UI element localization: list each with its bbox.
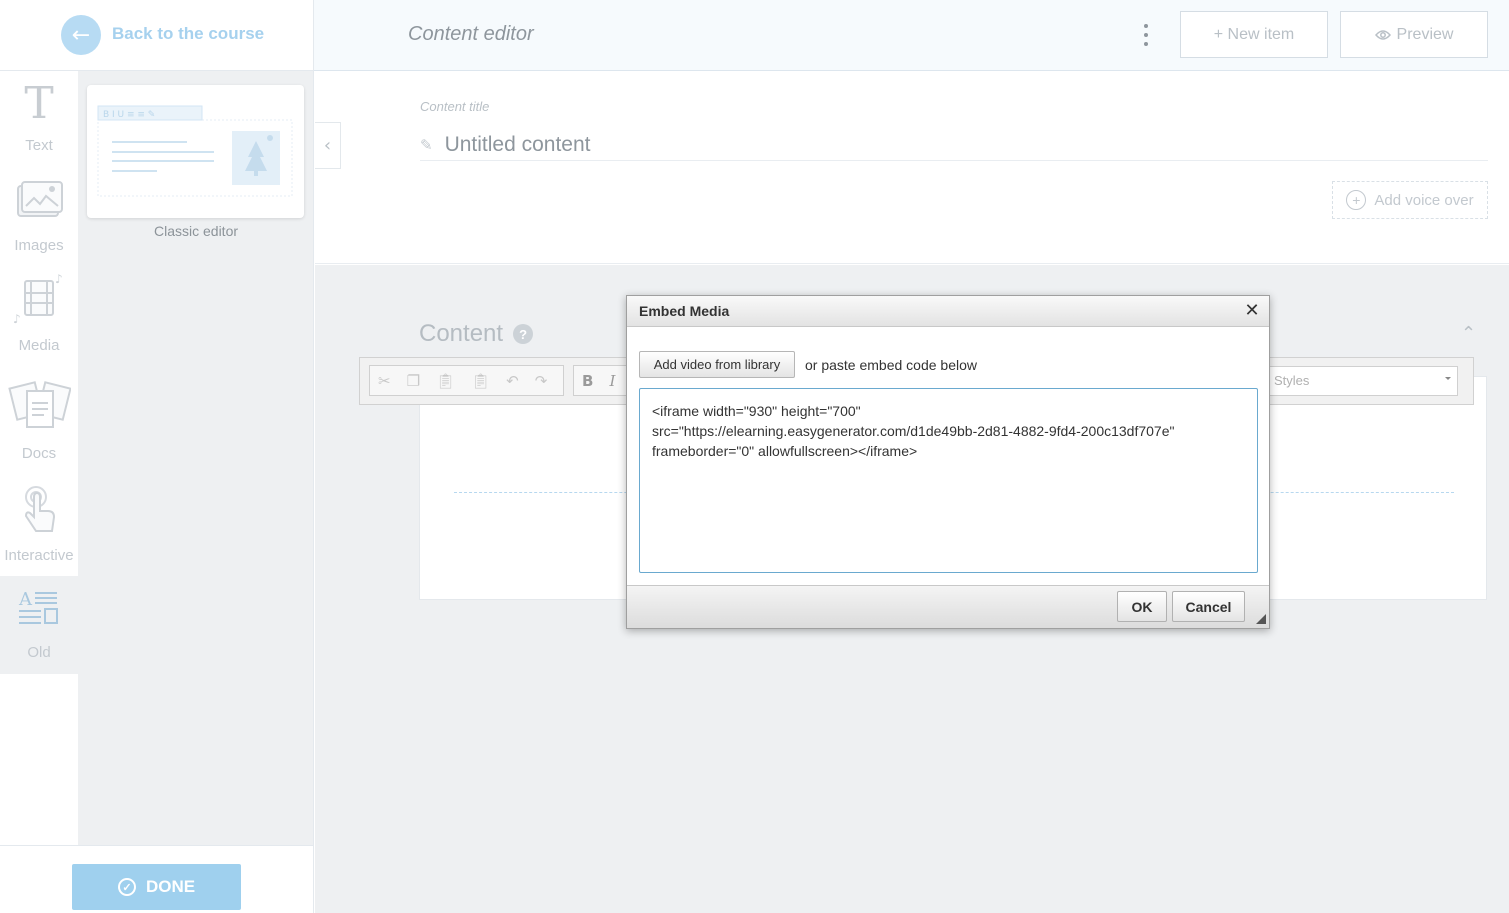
styles-select[interactable]: Styles [1265, 366, 1458, 396]
redo-icon[interactable]: ↷ [527, 372, 556, 390]
cut-icon[interactable]: ✂ [370, 372, 399, 390]
format-group: B I [573, 365, 633, 396]
back-to-course-link[interactable]: Back to the course [112, 24, 264, 44]
styles-placeholder: Styles [1274, 373, 1310, 388]
clipboard-group: ✂ ❐ 📋︎ 📋︎ ↶ ↷ [369, 365, 564, 396]
rail-item-label: Media [18, 337, 60, 354]
old-layout-icon: A [18, 589, 58, 624]
eye-icon [1374, 29, 1391, 40]
page-title: Content editor [408, 23, 534, 45]
add-video-from-library-button[interactable]: Add video from library [639, 351, 795, 378]
dialog-title: Embed Media [639, 303, 730, 319]
paste-hint: or paste embed code below [805, 357, 977, 373]
rail-item-label: Old [27, 644, 51, 661]
paste-text-icon[interactable]: 📋︎ [463, 372, 498, 390]
add-voice-over-button[interactable]: + Add voice over [1332, 181, 1488, 219]
docs-icon [8, 381, 72, 428]
resize-grip-icon[interactable] [1256, 614, 1266, 624]
rail-item-text[interactable]: T Text [0, 81, 78, 171]
help-icon[interactable]: ? [513, 324, 534, 344]
top-bar: Content editor + New item Preview [314, 0, 1509, 71]
content-title-value[interactable]: Untitled content [445, 133, 591, 157]
content-title-field[interactable]: ✎ Untitled content [420, 130, 1488, 161]
voice-over-label: Add voice over [1374, 191, 1474, 209]
check-icon: ✓ [117, 878, 136, 896]
text-icon: T [24, 78, 54, 129]
copy-icon[interactable]: ❐ [399, 372, 428, 390]
rail-item-label: Images [14, 237, 64, 254]
dialog-footer: OK Cancel [627, 585, 1269, 628]
cancel-button[interactable]: Cancel [1172, 591, 1245, 622]
bold-icon[interactable]: B [574, 372, 601, 390]
rail-item-images[interactable]: Images [0, 176, 78, 266]
chevron-up-icon[interactable]: ⌃ [1461, 323, 1481, 344]
embed-media-dialog: Embed Media ✕ Add video from library or … [626, 295, 1270, 629]
svg-text:B I U ≡ ≡ ✎: B I U ≡ ≡ ✎ [103, 110, 155, 120]
plus-icon: + [1346, 190, 1367, 210]
undo-icon[interactable]: ↶ [498, 372, 527, 390]
rail-item-docs[interactable]: Docs [0, 377, 78, 472]
content-type-rail: T Text Images ♪ ♪ Media Docs Interactive… [0, 71, 78, 845]
embed-code-textarea[interactable] [639, 388, 1258, 573]
paste-icon[interactable]: 📋︎ [428, 372, 463, 390]
classic-editor-caption: Classic editor [153, 223, 239, 239]
rail-item-label: Docs [21, 445, 57, 462]
preview-button[interactable]: Preview [1340, 11, 1488, 58]
rail-item-label: Interactive [4, 547, 74, 564]
more-options-icon[interactable] [1140, 24, 1152, 46]
ok-button[interactable]: OK [1117, 591, 1167, 622]
content-title-section: ‹ Content title ✎ Untitled content + Add… [315, 72, 1509, 264]
collapse-panel-button[interactable]: ‹ [315, 122, 341, 169]
rail-item-media[interactable]: ♪ ♪ Media [0, 271, 78, 366]
left-header: ← Back to the course [0, 0, 314, 71]
svg-text:♪: ♪ [13, 312, 21, 326]
svg-text:♪: ♪ [55, 272, 63, 286]
back-arrow-icon[interactable]: ← [61, 15, 101, 55]
template-gallery: B I U ≡ ≡ ✎ Classic editor [78, 71, 314, 845]
rail-item-label: Text [25, 137, 53, 154]
dialog-title-bar[interactable]: Embed Media ✕ [627, 296, 1269, 327]
chevron-left-icon: ‹ [323, 135, 332, 156]
media-icon: ♪ ♪ [13, 272, 63, 326]
done-button[interactable]: ✓ DONE [72, 864, 241, 910]
interactive-icon [24, 486, 56, 532]
rail-item-interactive[interactable]: Interactive [0, 483, 78, 575]
classic-editor-thumbnail: B I U ≡ ≡ ✎ [97, 105, 293, 197]
content-heading-text: Content [419, 320, 504, 347]
left-footer: ✓ DONE [0, 845, 314, 913]
pencil-icon: ✎ [420, 136, 433, 154]
images-icon [17, 181, 63, 217]
dropdown-arrow-icon [1445, 377, 1451, 380]
classic-editor-card[interactable]: B I U ≡ ≡ ✎ [87, 85, 304, 218]
new-item-button[interactable]: + New item [1180, 11, 1328, 58]
content-title-label: Content title [420, 99, 490, 114]
done-label: DONE [145, 877, 196, 896]
close-icon[interactable]: ✕ [1243, 302, 1261, 320]
preview-label: Preview [1396, 25, 1454, 43]
italic-icon[interactable]: I [601, 372, 623, 390]
rail-item-old[interactable]: A Old [0, 576, 78, 674]
svg-text:A: A [18, 589, 33, 610]
content-heading: Content ? [419, 320, 534, 348]
